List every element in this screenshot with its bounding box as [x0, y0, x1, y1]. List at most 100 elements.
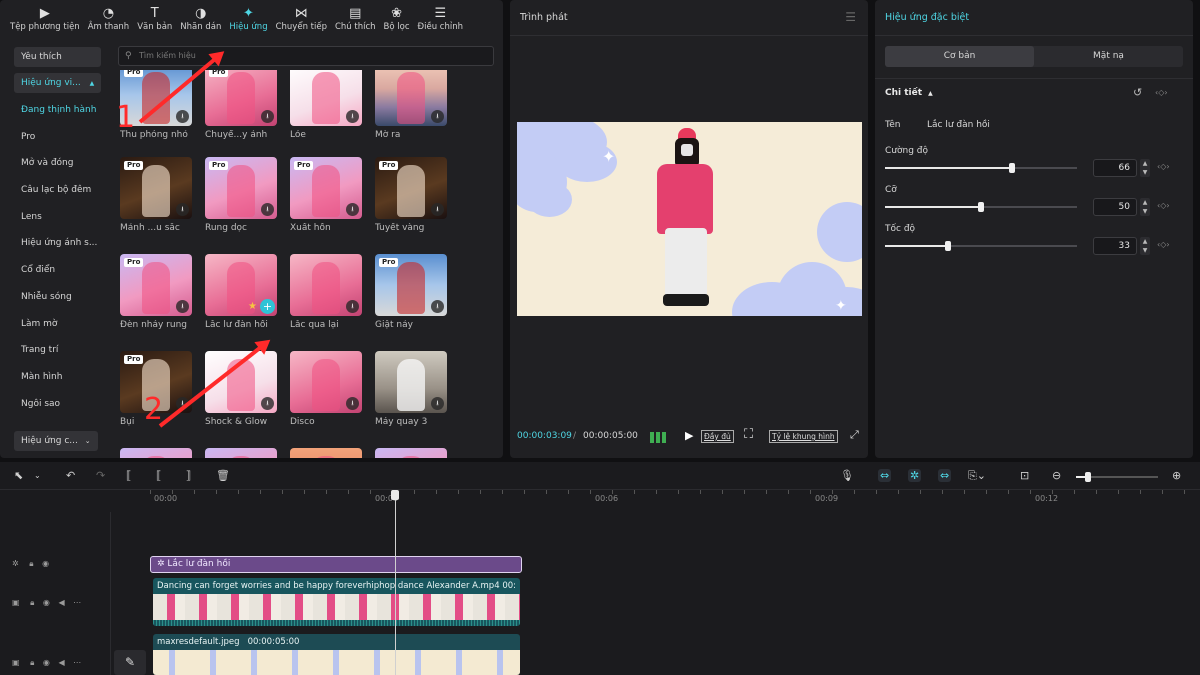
playhead-handle[interactable]: [391, 490, 399, 500]
reset-icon[interactable]: ↺: [1133, 86, 1142, 99]
tab-basic[interactable]: Cơ bản: [885, 46, 1034, 67]
magnet-icon[interactable]: ⇔: [878, 469, 892, 482]
select-tool-icon[interactable]: ⬉: [14, 469, 23, 482]
lock-icon[interactable]: 🔒︎: [30, 598, 34, 607]
download-icon[interactable]: ⭳: [176, 110, 189, 123]
tab-mask[interactable]: Mặt nạ: [1034, 46, 1183, 67]
video-preview[interactable]: ✦ ✦: [517, 122, 862, 316]
effect-item[interactable]: Pro ⭳ Chuyể...y ảnh: [205, 70, 277, 142]
effect-clip[interactable]: ✲ Lắc lư đàn hồi: [150, 556, 522, 573]
tab-sticker[interactable]: ◑ Nhãn dán: [176, 0, 225, 38]
download-icon[interactable]: ⭳: [431, 203, 444, 216]
split-right-icon[interactable]: ⟧: [186, 469, 191, 482]
param-slider[interactable]: [885, 241, 1077, 251]
sidebar-item-favorites[interactable]: Yêu thích: [14, 47, 101, 67]
download-icon[interactable]: ⭳: [261, 203, 274, 216]
section-details[interactable]: Chi tiết ▲: [885, 88, 933, 98]
add-plus-icon[interactable]: +: [260, 299, 275, 314]
fit-icon[interactable]: ⊡: [1020, 469, 1029, 482]
sidebar-item[interactable]: Cổ điển: [10, 257, 105, 284]
effect-item[interactable]: ⭳: [205, 448, 277, 458]
sidebar-group-other-effects[interactable]: Hiệu ứng c... ⌄: [14, 431, 98, 451]
effect-item[interactable]: Pro ⭳ Mảnh ...u sắc: [120, 157, 192, 235]
effect-item[interactable]: ⭳: [290, 448, 362, 458]
more-icon[interactable]: ⋯: [73, 598, 81, 607]
tab-effects[interactable]: ✦ Hiệu ứng: [225, 0, 271, 38]
menu-icon[interactable]: ☰: [845, 10, 856, 24]
zoom-in-icon[interactable]: ⊕: [1172, 469, 1181, 482]
eye-icon[interactable]: ◉: [43, 598, 50, 607]
sidebar-item[interactable]: Hiệu ứng ánh s...: [10, 230, 105, 257]
sidebar-item[interactable]: Màn hình: [10, 364, 105, 391]
tab-adjust[interactable]: ☰ Điều chỉnh: [414, 0, 467, 38]
effect-item[interactable]: ⭳ Mờ ra: [375, 70, 447, 142]
keyframe-nav-icon[interactable]: ‹◇›: [1155, 88, 1168, 97]
effect-item[interactable]: ⭳ Máy quay 3: [375, 351, 447, 429]
sidebar-item[interactable]: Nhiễu sóng: [10, 284, 105, 311]
sidebar-item[interactable]: Làm mờ: [10, 311, 105, 338]
download-icon[interactable]: ⭳: [431, 300, 444, 313]
link-icon[interactable]: ✲: [908, 469, 922, 482]
play-icon[interactable]: ▶: [685, 429, 693, 442]
download-icon[interactable]: ⭳: [176, 203, 189, 216]
download-icon[interactable]: ⭳: [346, 203, 359, 216]
tab-filter[interactable]: ❀ Bộ lọc: [380, 0, 414, 38]
eye-icon[interactable]: ◉: [43, 658, 50, 667]
undo-icon[interactable]: ↶: [66, 469, 75, 482]
zoom-slider-knob[interactable]: [1085, 472, 1091, 482]
lock-icon[interactable]: 🔒︎: [29, 559, 33, 568]
slider-knob[interactable]: [1008, 163, 1015, 173]
speaker-icon[interactable]: ◀: [58, 598, 64, 607]
stepper-icon[interactable]: ▲ ▼: [1140, 237, 1150, 255]
effect-item[interactable]: ⭳ Disco: [290, 351, 362, 429]
sidebar-item[interactable]: Lens: [10, 204, 105, 231]
keyframe-icon[interactable]: ‹◇›: [1157, 240, 1170, 249]
snap-icon[interactable]: ⎘⌄: [968, 469, 986, 483]
video-clip[interactable]: Dancing can forget worries and be happy …: [153, 578, 520, 626]
param-value-input[interactable]: 66: [1093, 159, 1137, 177]
tab-transition[interactable]: ⋈ Chuyển tiếp: [272, 0, 331, 38]
split-left-icon[interactable]: ⟦: [156, 469, 161, 482]
chevron-down-icon[interactable]: ⌄: [34, 471, 41, 480]
param-value-input[interactable]: 50: [1093, 198, 1137, 216]
aspect-ratio-button[interactable]: Tỷ lệ khung hình: [769, 430, 838, 443]
search-input[interactable]: ⚲ Tìm kiếm hiệu: [118, 46, 494, 66]
download-icon[interactable]: ⭳: [261, 110, 274, 123]
sidebar-item[interactable]: Đang thịnh hành: [10, 97, 105, 124]
effect-item[interactable]: Pro ⭳ Đèn nháy rung: [120, 254, 192, 332]
keyframe-icon[interactable]: ‹◇›: [1157, 162, 1170, 171]
stepper-icon[interactable]: ▲ ▼: [1140, 198, 1150, 216]
fullscreen-icon[interactable]: ⤢: [850, 428, 859, 442]
cover-edit-button[interactable]: ✎: [114, 650, 146, 675]
full-quality-button[interactable]: Đầy đủ: [701, 430, 734, 443]
tab-caption[interactable]: ▤ Chú thích: [331, 0, 380, 38]
effect-item[interactable]: Pro ⭳ Rung dọc: [205, 157, 277, 235]
speaker-icon[interactable]: ◀: [58, 658, 64, 667]
split-icon[interactable]: ⟦: [126, 469, 131, 482]
download-icon[interactable]: ⭳: [261, 397, 274, 410]
stepper-icon[interactable]: ▲ ▼: [1140, 159, 1150, 177]
effect-item[interactable]: ⭳ Lắc qua lại: [290, 254, 362, 332]
eye-icon[interactable]: ◉: [42, 559, 49, 568]
sidebar-item[interactable]: Câu lạc bộ đêm: [10, 177, 105, 204]
sidebar-item[interactable]: Ngôi sao: [10, 391, 105, 418]
effect-item[interactable]: ⭳★+ Lắc lư đàn hồi: [205, 254, 277, 332]
tab-text[interactable]: T Văn bản: [133, 0, 176, 38]
sidebar-group-video-effects[interactable]: Hiệu ứng vi... ▲: [14, 73, 101, 93]
param-slider[interactable]: [885, 163, 1077, 173]
preview-axis-icon[interactable]: ⇔: [938, 469, 952, 482]
sidebar-item[interactable]: Pro: [10, 124, 105, 151]
param-slider[interactable]: [885, 202, 1077, 212]
zoom-out-icon[interactable]: ⊖: [1052, 469, 1061, 482]
download-icon[interactable]: ⭳: [176, 300, 189, 313]
keyframe-icon[interactable]: ‹◇›: [1157, 201, 1170, 210]
download-icon[interactable]: ⭳: [346, 300, 359, 313]
effect-item[interactable]: ⭳: [120, 448, 192, 458]
snapshot-icon[interactable]: ⛶: [744, 427, 753, 442]
effect-item[interactable]: Pro ⭳ Giật nảy: [375, 254, 447, 332]
microphone-icon[interactable]: 🎙: [840, 469, 854, 482]
image-clip[interactable]: maxresdefault.jpeg 00:00:05:00: [153, 634, 520, 675]
sidebar-item[interactable]: Mở và đóng: [10, 150, 105, 177]
download-icon[interactable]: ⭳: [431, 397, 444, 410]
slider-knob[interactable]: [978, 202, 984, 212]
